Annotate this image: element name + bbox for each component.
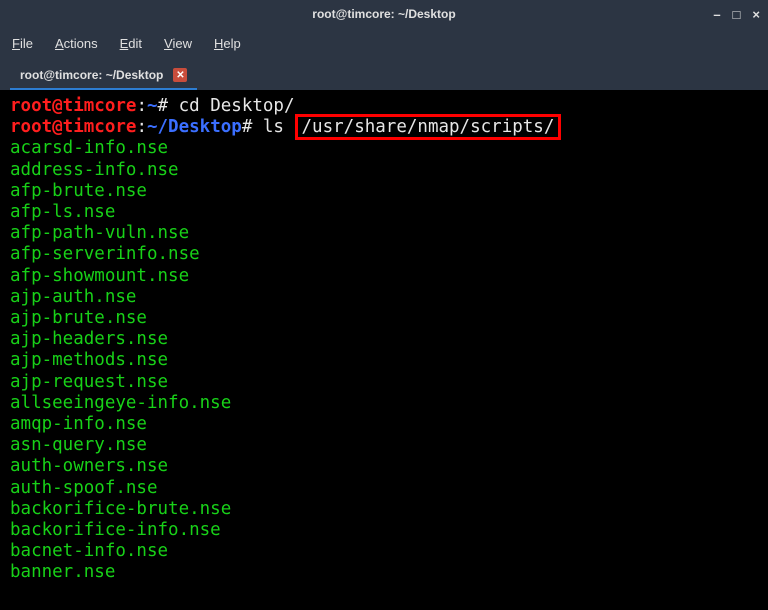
tabbar: root@timcore: ~/Desktop ✕ <box>0 58 768 90</box>
list-item: afp-serverinfo.nse <box>10 244 758 265</box>
list-item: bacnet-info.nse <box>10 541 758 562</box>
file-listing: acarsd-info.nse address-info.nse afp-bru… <box>10 138 758 583</box>
tab-label: root@timcore: ~/Desktop <box>20 68 163 82</box>
list-item: backorifice-brute.nse <box>10 499 758 520</box>
menu-help[interactable]: Help <box>214 36 241 51</box>
list-item: auth-spoof.nse <box>10 478 758 499</box>
list-item: ajp-auth.nse <box>10 287 758 308</box>
list-item: ajp-request.nse <box>10 372 758 393</box>
menu-view[interactable]: View <box>164 36 192 51</box>
prompt-line-2: root@timcore:~/Desktop# ls /usr/share/nm… <box>10 117 758 138</box>
terminal-tab[interactable]: root@timcore: ~/Desktop ✕ <box>10 62 197 90</box>
list-item: ajp-methods.nse <box>10 350 758 371</box>
list-item: address-info.nse <box>10 160 758 181</box>
titlebar: root@timcore: ~/Desktop – □ × <box>0 0 768 28</box>
close-button[interactable]: × <box>752 8 760 21</box>
prompt-user-host: root@timcore <box>10 117 136 137</box>
command-ls: ls <box>252 117 294 137</box>
list-item: acarsd-info.nse <box>10 138 758 159</box>
list-item: backorifice-info.nse <box>10 520 758 541</box>
list-item: afp-path-vuln.nse <box>10 223 758 244</box>
prompt-hash: # <box>242 117 253 137</box>
list-item: ajp-headers.nse <box>10 329 758 350</box>
window-controls: – □ × <box>713 0 760 28</box>
list-item: auth-owners.nse <box>10 456 758 477</box>
menubar: File Actions Edit View Help <box>0 28 768 58</box>
menu-file[interactable]: File <box>12 36 33 51</box>
terminal-area[interactable]: root@timcore:~# cd Desktop/ root@timcore… <box>0 90 768 610</box>
maximize-button[interactable]: □ <box>733 8 741 21</box>
list-item: afp-showmount.nse <box>10 266 758 287</box>
minimize-button[interactable]: – <box>713 8 720 21</box>
list-item: banner.nse <box>10 562 758 583</box>
menu-actions[interactable]: Actions <box>55 36 98 51</box>
prompt-hash: # <box>158 96 169 116</box>
prompt-colon: : <box>136 117 147 137</box>
menu-edit[interactable]: Edit <box>120 36 142 51</box>
list-item: afp-ls.nse <box>10 202 758 223</box>
prompt-path: ~ <box>147 96 158 116</box>
list-item: afp-brute.nse <box>10 181 758 202</box>
window-title: root@timcore: ~/Desktop <box>312 7 455 21</box>
highlighted-path: /usr/share/nmap/scripts/ <box>295 114 562 140</box>
command-cd: cd Desktop/ <box>168 96 294 116</box>
prompt-path: ~/Desktop <box>147 117 242 137</box>
tab-close-icon[interactable]: ✕ <box>173 68 187 82</box>
list-item: allseeingeye-info.nse <box>10 393 758 414</box>
list-item: asn-query.nse <box>10 435 758 456</box>
prompt-user-host: root@timcore <box>10 96 136 116</box>
list-item: ajp-brute.nse <box>10 308 758 329</box>
list-item: amqp-info.nse <box>10 414 758 435</box>
prompt-colon: : <box>136 96 147 116</box>
